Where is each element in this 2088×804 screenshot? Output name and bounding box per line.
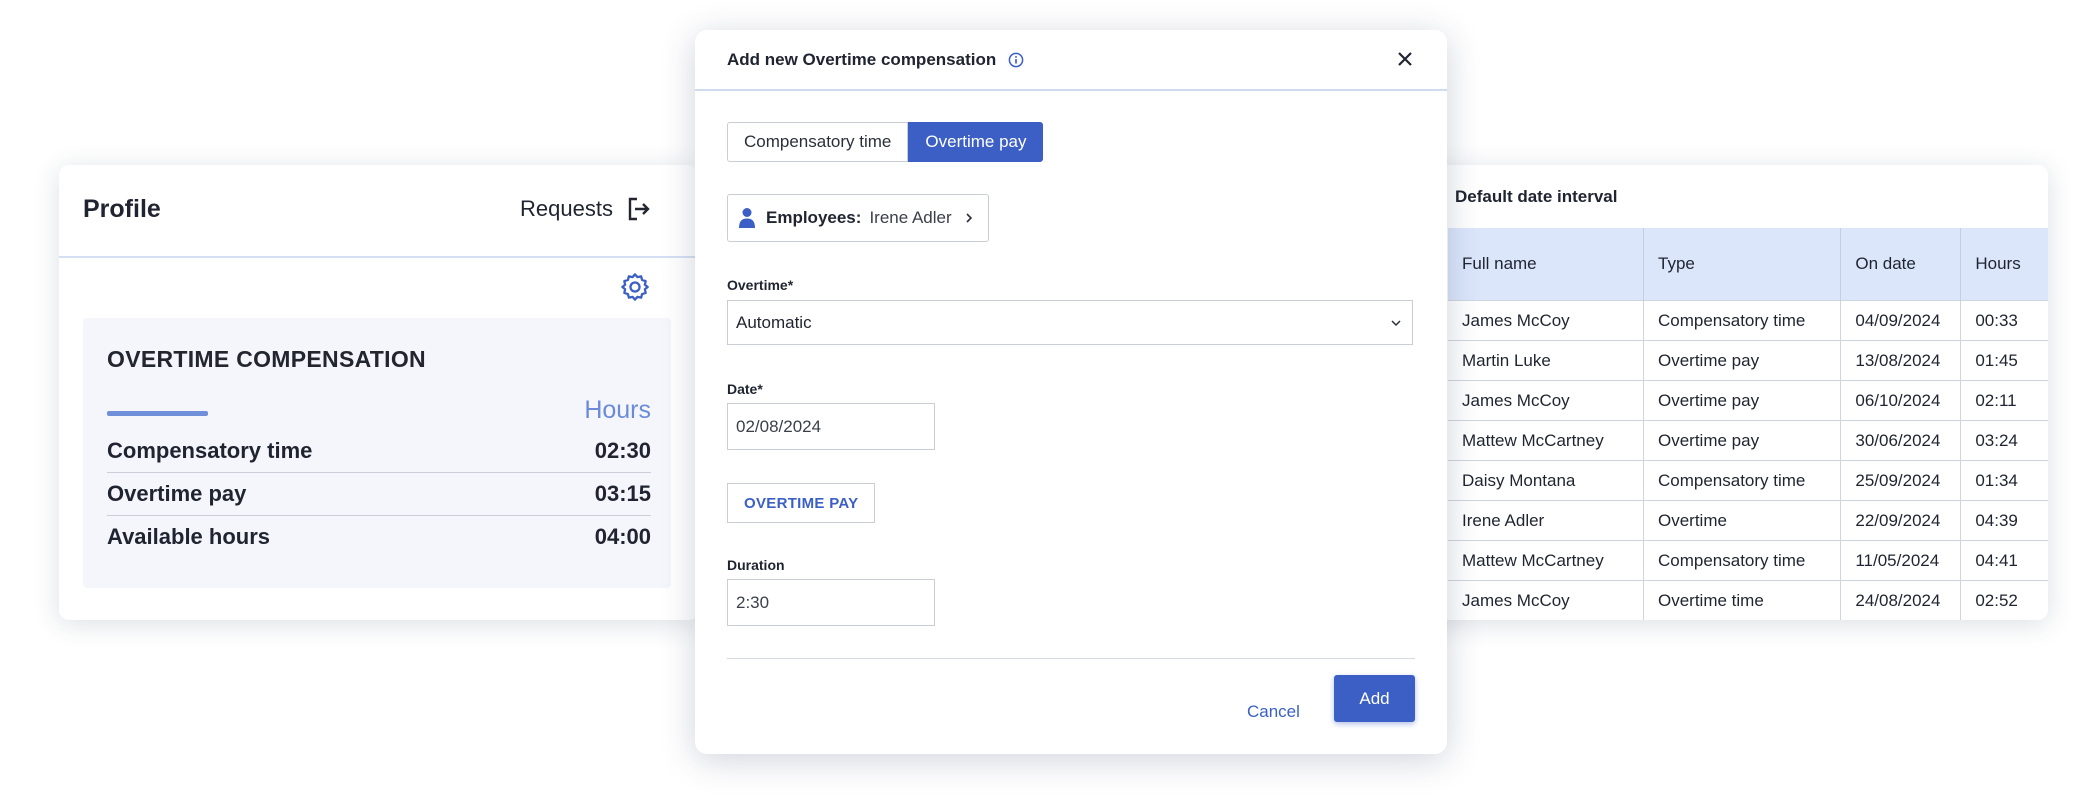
summary-row-available: Available hours 04:00 [107, 516, 651, 558]
table-caption: Default date interval [1455, 187, 1618, 206]
profile-header: Profile Requests [59, 165, 699, 258]
cell-name: Mattew McCartney [1448, 540, 1644, 581]
chevron-down-icon [1391, 319, 1401, 326]
cell-type: Compensatory time [1643, 540, 1842, 581]
cell-type: Overtime pay [1643, 420, 1842, 461]
cell-type: Overtime time [1643, 580, 1842, 620]
cell-date: 13/08/2024 [1840, 340, 1962, 381]
cell-hours: 04:39 [1960, 500, 2048, 541]
table-row[interactable]: Daisy Montana Compensatory time 25/09/2024… [1448, 460, 2048, 501]
cell-name: Irene Adler [1448, 500, 1644, 541]
cell-date: 25/09/2024 [1840, 460, 1962, 501]
tab-compensatory-time[interactable]: Compensatory time [727, 122, 909, 162]
cell-hours: 02:11 [1960, 380, 2048, 421]
overtime-pay-tag: OVERTIME PAY [727, 483, 876, 523]
chevron-right-icon [966, 213, 972, 223]
footer-divider [727, 658, 1415, 659]
summary-label: Available hours [107, 524, 271, 549]
column-header[interactable]: Hours [1960, 228, 2048, 301]
cell-type: Overtime [1643, 500, 1842, 541]
modal-title-text: Add new Overtime compensation [727, 50, 997, 69]
cell-type: Compensatory time [1643, 300, 1842, 341]
cell-type: Overtime pay [1643, 340, 1842, 381]
modal-title: Add new Overtime compensation [727, 50, 1024, 70]
requests-link[interactable]: Requests [520, 196, 651, 222]
tab-overtime-pay[interactable]: Overtime pay [908, 122, 1044, 162]
cell-name: James McCoy [1448, 300, 1644, 341]
table-row[interactable]: Irene Adler Overtime 22/09/2024 04:39 [1448, 500, 2048, 541]
summary-value: 04:00 [594, 524, 651, 549]
column-header[interactable]: Full name [1448, 228, 1644, 301]
add-overtime-modal: Add new Overtime compensation Compensato… [695, 30, 1447, 754]
cell-name: Daisy Montana [1448, 460, 1644, 501]
cell-hours: 01:45 [1960, 340, 2048, 381]
cancel-button[interactable]: Cancel [1247, 689, 1300, 735]
table-row[interactable]: James McCoy Overtime time 24/08/2024 02:52 [1448, 580, 2048, 620]
cell-hours: 02:52 [1960, 580, 2048, 620]
panel-title: OVERTIME COMPENSATION [107, 346, 426, 372]
cell-hours: 04:41 [1960, 540, 2048, 581]
summary-value: 02:30 [594, 438, 651, 463]
summary-row-overtime-pay: Overtime pay 03:15 [107, 473, 651, 516]
cell-date: 24/08/2024 [1840, 580, 1962, 620]
cell-name: Mattew McCartney [1448, 420, 1644, 461]
summary-label: Overtime pay [107, 481, 247, 506]
overtime-compensation-panel: OVERTIME COMPENSATION Hours Compensatory… [83, 318, 671, 588]
employees-selector[interactable]: Employees: Irene Adler [727, 194, 989, 242]
cell-type: Overtime pay [1643, 380, 1842, 421]
summary-label: Compensatory time [107, 438, 313, 463]
overtime-select[interactable]: Automatic [727, 300, 1413, 345]
cell-hours: 01:34 [1960, 460, 2048, 501]
overtime-label: Overtime* [727, 277, 794, 293]
employees-value: Irene Adler [869, 208, 952, 227]
panel-accent-bar [107, 411, 208, 416]
overtime-table-card: Default date interval Full name Type On … [1420, 165, 2048, 620]
cell-date: 11/05/2024 [1840, 540, 1962, 581]
profile-title: Profile [83, 195, 161, 223]
cell-date: 06/10/2024 [1840, 380, 1962, 421]
cell-name: Martin Luke [1448, 340, 1644, 381]
hours-header: Hours [584, 396, 651, 424]
summary-value: 03:15 [594, 481, 651, 506]
cell-name: James McCoy [1448, 580, 1644, 620]
table-row[interactable]: James McCoy Compensatory time 04/09/2024 00… [1448, 300, 2048, 341]
cell-type: Compensatory time [1643, 460, 1842, 501]
duration-field[interactable]: 2:30 [727, 579, 935, 626]
settings-gear-icon[interactable] [619, 271, 651, 303]
compensation-type-toggle: Compensatory time Overtime pay [727, 122, 1044, 162]
table-row[interactable]: Martin Luke Overtime pay 13/08/2024 01:45 [1448, 340, 2048, 381]
close-icon[interactable] [1397, 51, 1413, 67]
cell-date: 30/06/2024 [1840, 420, 1962, 461]
column-header[interactable]: Type [1643, 228, 1842, 301]
table-row[interactable]: James McCoy Overtime pay 06/10/2024 02:11 [1448, 380, 2048, 421]
employees-label: Employees: [766, 208, 862, 227]
logout-icon [628, 197, 650, 221]
overtime-select-value: Automatic [736, 312, 812, 332]
overtime-table: Full name Type On date Hours James McCoy… [1448, 228, 2048, 620]
table-row[interactable]: Mattew McCartney Compensatory time 11/05/2… [1448, 540, 2048, 581]
date-label: Date* [727, 381, 763, 397]
info-icon[interactable] [1008, 52, 1024, 68]
date-field[interactable]: 02/08/2024 [727, 403, 935, 450]
cell-name: James McCoy [1448, 380, 1644, 421]
cell-hours: 00:33 [1960, 300, 2048, 341]
requests-label: Requests [520, 196, 613, 221]
add-button[interactable]: Add [1334, 675, 1415, 722]
column-header[interactable]: On date [1840, 228, 1962, 301]
duration-label: Duration [727, 557, 785, 573]
cell-date: 04/09/2024 [1840, 300, 1962, 341]
cell-hours: 03:24 [1960, 420, 2048, 461]
cell-date: 22/09/2024 [1840, 500, 1962, 541]
table-row[interactable]: Mattew McCartney Overtime pay 30/06/2024 03… [1448, 420, 2048, 461]
table-header-row: Full name Type On date Hours [1448, 228, 2048, 301]
user-icon [739, 208, 755, 228]
summary-row-compensatory: Compensatory time 02:30 [107, 430, 651, 473]
profile-card: Profile Requests OVERTIME COMPENSATION H… [59, 165, 699, 620]
modal-header: Add new Overtime compensation [695, 30, 1447, 91]
